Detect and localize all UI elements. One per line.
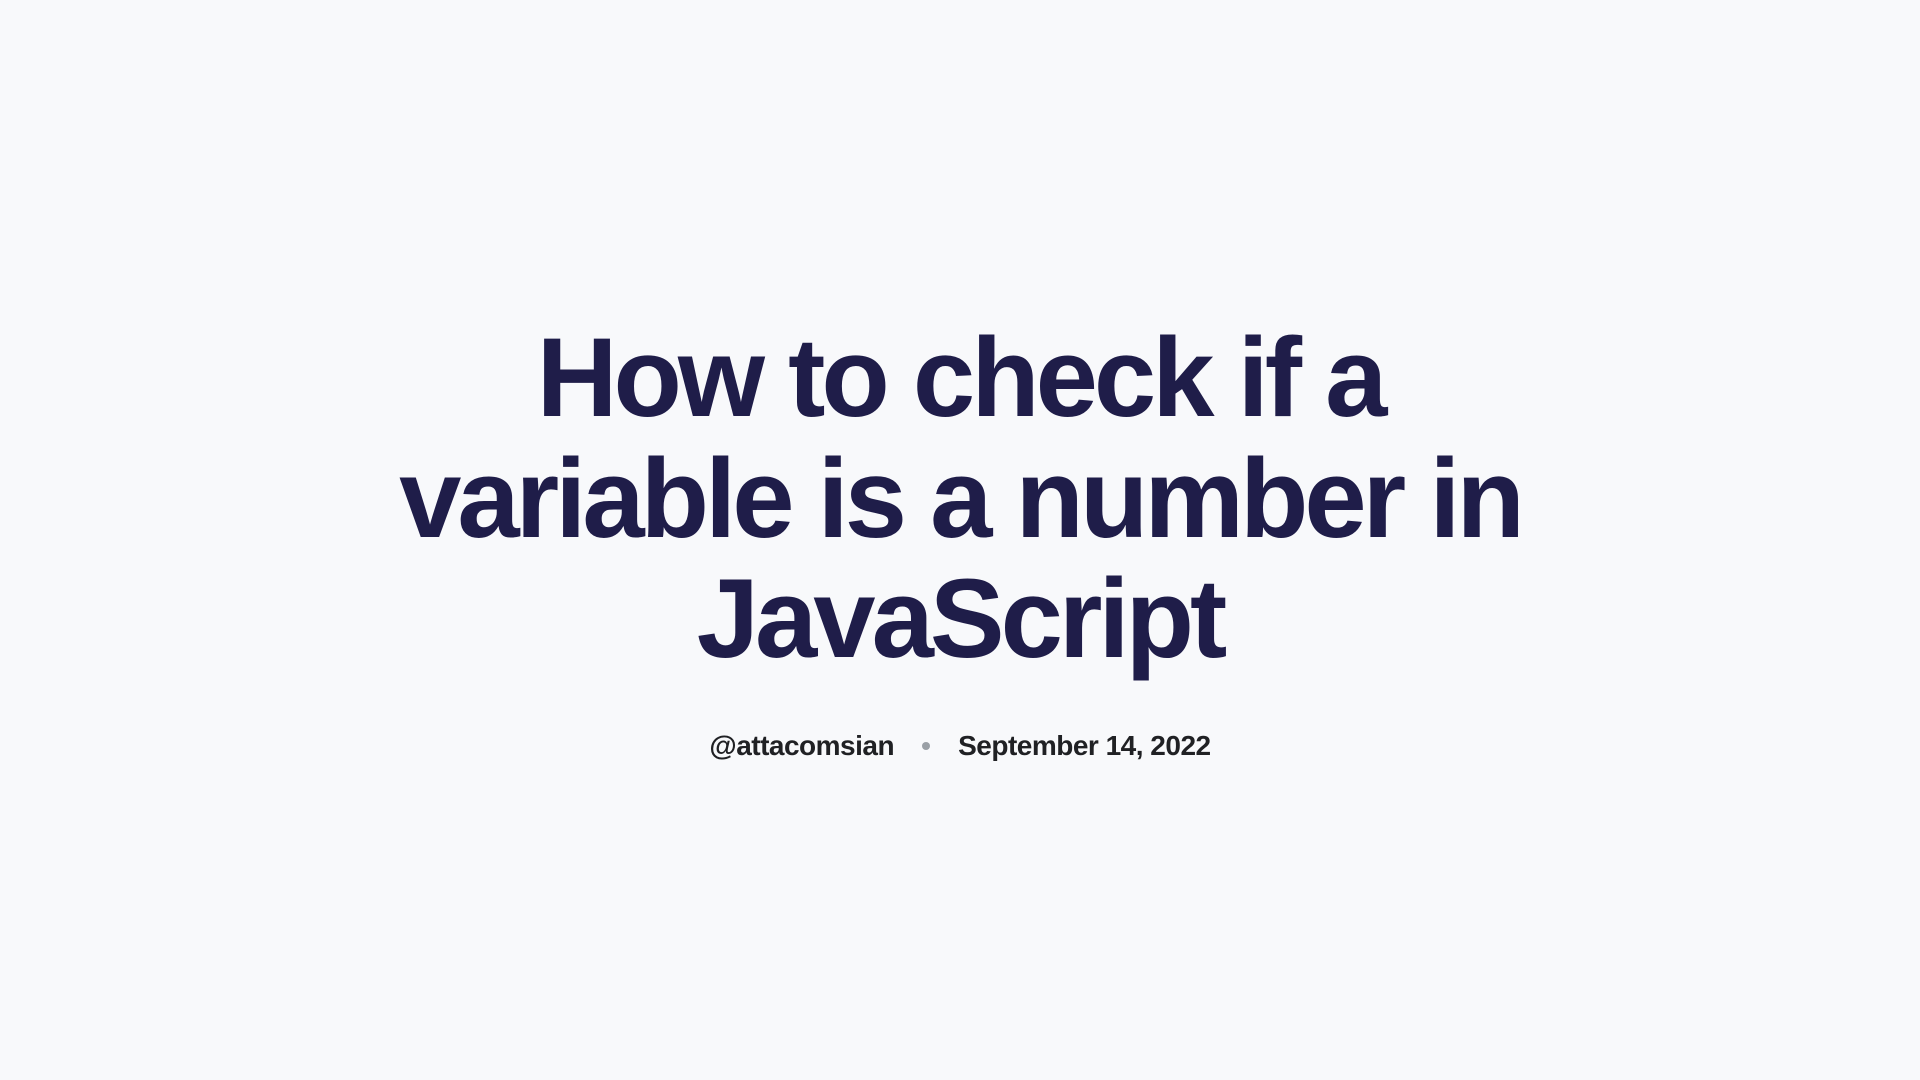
author-handle[interactable]: @attacomsian bbox=[709, 730, 894, 762]
article-header: How to check if a variable is a number i… bbox=[310, 318, 1610, 763]
publish-date: September 14, 2022 bbox=[958, 730, 1211, 762]
article-title: How to check if a variable is a number i… bbox=[350, 318, 1570, 681]
article-meta: @attacomsian September 14, 2022 bbox=[350, 730, 1570, 762]
dot-separator-icon bbox=[922, 742, 930, 750]
